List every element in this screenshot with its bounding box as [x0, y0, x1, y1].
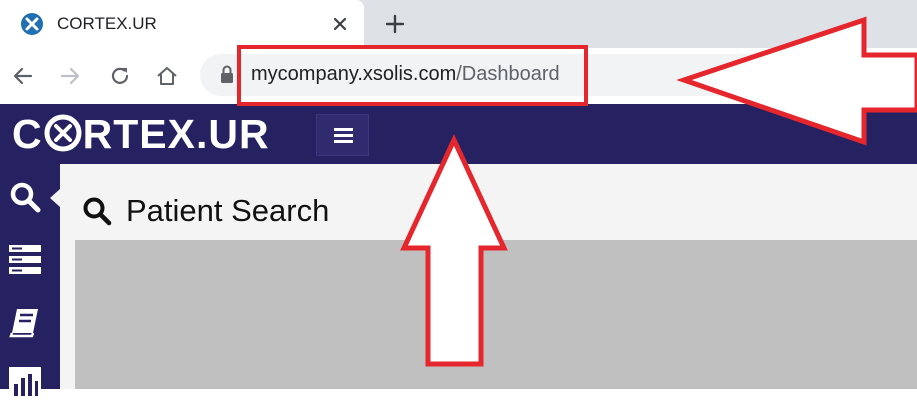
annotation-arrows [400, 16, 917, 367]
left-pointing-arrow [676, 16, 917, 146]
up-pointing-arrow [400, 134, 508, 367]
